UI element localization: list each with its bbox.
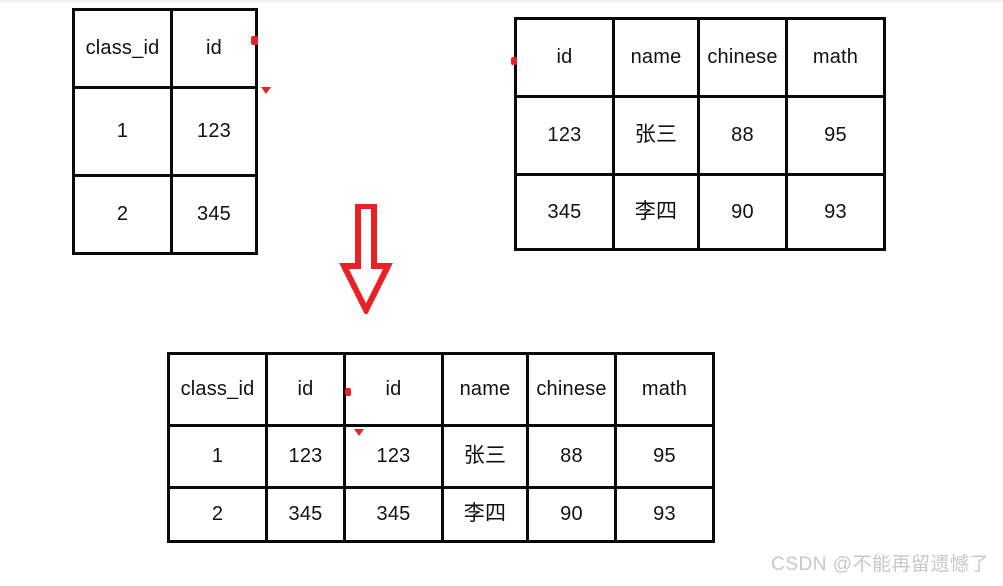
table-row: 345 李四 90 93	[514, 173, 886, 251]
table-cell: 2	[72, 174, 173, 255]
table-cell: 345	[170, 174, 258, 255]
table-cell: 90	[526, 486, 617, 543]
table-cell: 123	[170, 86, 258, 177]
table-row: 123 张三 88 95	[514, 95, 886, 176]
table-row: class_id id	[72, 8, 258, 89]
table-header-cell: id	[343, 352, 444, 427]
table-header-cell: id	[265, 352, 346, 427]
class-table: class_id id 1 123 2 345	[72, 8, 258, 255]
table-header-cell: chinese	[526, 352, 617, 427]
table-header-cell: id	[170, 8, 258, 89]
table-cell: 1	[72, 86, 173, 177]
table-header-cell: class_id	[167, 352, 268, 427]
table-cell: 李四	[441, 486, 529, 543]
table-cell: 123	[265, 424, 346, 489]
table-cell: 2	[167, 486, 268, 543]
table-cell: 345	[265, 486, 346, 543]
table-cell: 345	[343, 486, 444, 543]
table-row: 1 123 123 张三 88 95	[167, 424, 715, 489]
watermark: CSDN @不能再留遗憾了	[771, 554, 989, 575]
top-hairline	[0, 0, 1003, 2]
marker-left-table-dot	[251, 36, 258, 45]
table-row: id name chinese math	[514, 17, 886, 98]
table-cell: 95	[614, 424, 715, 489]
marker-joined-table-dot	[345, 388, 351, 396]
table-cell: 张三	[441, 424, 529, 489]
table-cell: 张三	[612, 95, 700, 176]
table-header-cell: chinese	[697, 17, 788, 98]
marker-joined-table-caret	[354, 429, 364, 436]
student-score-table: id name chinese math 123 张三 88 95 345 李四…	[514, 17, 886, 251]
marker-left-table-caret	[261, 87, 271, 94]
table-row: class_id id id name chinese math	[167, 352, 715, 427]
down-arrow	[339, 204, 393, 314]
table-cell: 88	[697, 95, 788, 176]
table-cell: 1	[167, 424, 268, 489]
table-header-cell: id	[514, 17, 615, 98]
table-header-cell: math	[614, 352, 715, 427]
table-cell: 88	[526, 424, 617, 489]
joined-result-table: class_id id id name chinese math 1 123 1…	[167, 352, 715, 543]
table-cell: 90	[697, 173, 788, 251]
table-header-cell: math	[785, 17, 886, 98]
table-cell: 345	[514, 173, 615, 251]
table-cell: 95	[785, 95, 886, 176]
table-cell: 123	[514, 95, 615, 176]
marker-right-table-dot	[511, 57, 517, 65]
table-cell: 93	[614, 486, 715, 543]
table-row: 2 345	[72, 174, 258, 255]
table-cell: 93	[785, 173, 886, 251]
table-row: 2 345 345 李四 90 93	[167, 486, 715, 543]
table-header-cell: class_id	[72, 8, 173, 89]
table-cell: 李四	[612, 173, 700, 251]
table-row: 1 123	[72, 86, 258, 177]
table-header-cell: name	[441, 352, 529, 427]
table-header-cell: name	[612, 17, 700, 98]
